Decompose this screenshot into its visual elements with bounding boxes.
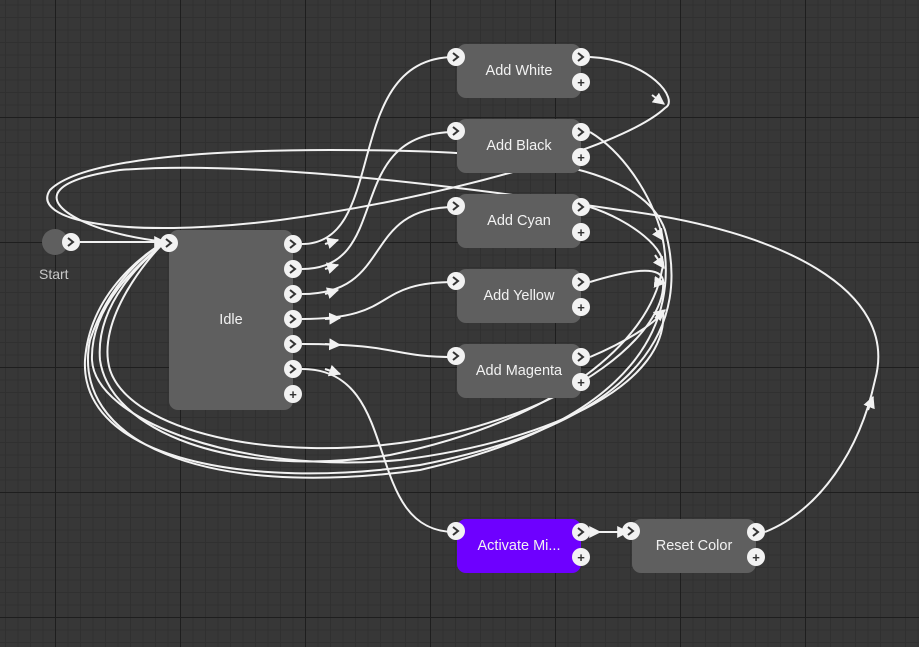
idle-input-port-icon[interactable] <box>160 234 178 252</box>
add-magenta-output-port-icon[interactable] <box>572 348 590 366</box>
add-cyan-add-port-plus-icon[interactable]: + <box>572 223 590 241</box>
idle-output-port-3-icon[interactable] <box>284 285 302 303</box>
state-label: Add Cyan <box>487 213 551 229</box>
idle-output-port-6-icon[interactable] <box>284 360 302 378</box>
activate-mix-add-port-plus-icon[interactable]: + <box>572 548 590 566</box>
idle-add-port-plus-icon[interactable]: + <box>284 385 302 403</box>
state-node-add-yellow[interactable]: Add Yellow <box>457 269 581 323</box>
mid-arrow-yellow <box>653 275 667 288</box>
add-cyan-input-port-icon[interactable] <box>447 197 465 215</box>
state-node-activate-mix[interactable]: Activate Mi... <box>457 519 581 573</box>
reset-color-output-port-icon[interactable] <box>747 523 765 541</box>
idle-node[interactable]: Idle <box>169 230 293 410</box>
idle-output-port-4-icon[interactable] <box>284 310 302 328</box>
activate-mix-input-port-icon[interactable] <box>447 522 465 540</box>
state-node-add-white[interactable]: Add White <box>457 44 581 98</box>
add-white-input-port-icon[interactable] <box>447 48 465 66</box>
reset-color-input-port-icon[interactable] <box>622 522 640 540</box>
state-label: Add Black <box>486 138 552 154</box>
add-yellow-add-port-plus-icon[interactable]: + <box>572 298 590 316</box>
state-label: Activate Mi... <box>477 538 561 554</box>
activate-mix-output-port-icon[interactable] <box>572 523 590 541</box>
state-node-reset-color[interactable]: Reset Color <box>632 519 756 573</box>
state-label: Reset Color <box>655 538 733 554</box>
add-yellow-output-port-icon[interactable] <box>572 273 590 291</box>
idle-output-arrow-4 <box>324 312 342 325</box>
state-label: Add White <box>485 63 553 79</box>
add-magenta-input-port-icon[interactable] <box>447 347 465 365</box>
idle-output-port-1-icon[interactable] <box>284 235 302 253</box>
state-node-add-magenta[interactable]: Add Magenta <box>457 344 581 398</box>
state-label: Add Yellow <box>483 288 555 304</box>
idle-output-arrow-1 <box>324 237 340 249</box>
connection-idle-activate-mix <box>301 368 456 533</box>
mid-arrow-white <box>651 92 665 105</box>
add-black-add-port-plus-icon[interactable]: + <box>572 148 590 166</box>
add-white-output-port-icon[interactable] <box>572 48 590 66</box>
idle-output-port-5-icon[interactable] <box>284 335 302 353</box>
reset-color-add-port-plus-icon[interactable]: + <box>747 548 765 566</box>
idle-output-arrow-5 <box>324 338 342 351</box>
idle-node-label: Idle <box>219 312 243 328</box>
add-magenta-add-port-plus-icon[interactable]: + <box>572 373 590 391</box>
add-black-output-port-icon[interactable] <box>572 123 590 141</box>
start-label: Start <box>39 266 69 282</box>
start-output-port-icon[interactable] <box>62 233 80 251</box>
add-cyan-output-port-icon[interactable] <box>572 198 590 216</box>
add-black-input-port-icon[interactable] <box>447 122 465 140</box>
state-node-add-black[interactable]: Add Black <box>457 119 581 173</box>
idle-output-port-2-icon[interactable] <box>284 260 302 278</box>
connection-idle-add-magenta <box>301 343 456 358</box>
connection-idle-add-yellow <box>301 281 456 320</box>
state-label: Add Magenta <box>475 363 563 379</box>
add-yellow-input-port-icon[interactable] <box>447 272 465 290</box>
state-node-add-cyan[interactable]: Add Cyan <box>457 194 581 248</box>
add-white-add-port-plus-icon[interactable]: + <box>572 73 590 91</box>
connection-idle-add-cyan <box>301 206 456 295</box>
